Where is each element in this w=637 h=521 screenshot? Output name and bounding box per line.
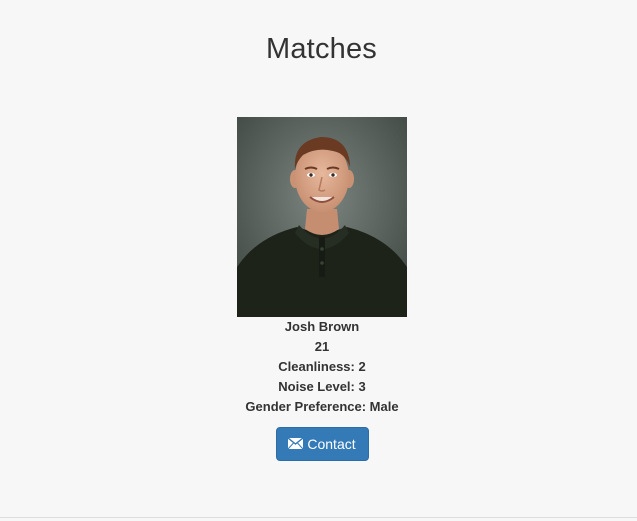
contact-button-label: Contact <box>307 436 356 452</box>
profile-photo <box>237 117 407 317</box>
match-cleanliness: Cleanliness: 2 <box>278 359 366 374</box>
envelope-icon <box>288 437 304 449</box>
match-noise-level: Noise Level: 3 <box>278 379 366 394</box>
match-gender-preference: Gender Preference: Male <box>245 399 399 414</box>
match-card: Josh Brown 21 Cleanliness: 2 Noise Level… <box>222 117 422 461</box>
bottom-divider <box>0 517 637 518</box>
page-title: Matches <box>266 33 377 65</box>
match-age: 21 <box>314 339 330 354</box>
match-name: Josh Brown <box>284 319 360 334</box>
contact-button[interactable]: Contact <box>275 427 369 461</box>
